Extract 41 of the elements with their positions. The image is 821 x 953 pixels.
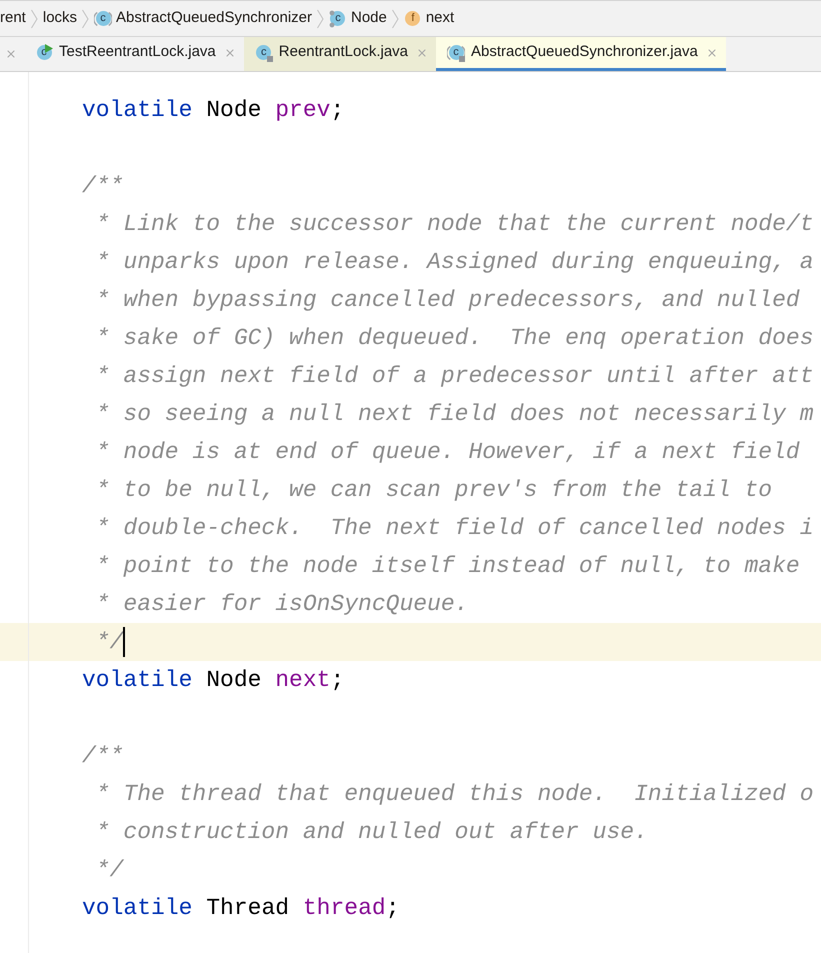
close-icon[interactable] [706,46,718,58]
class-icon: c [254,44,273,62]
comment-line: /** [82,742,124,771]
breadcrumb-item[interactable]: c Node [328,7,387,30]
comment-line: * when bypassing cancelled predecessors, and nulled [96,286,800,315]
comment-line: */ [96,856,124,885]
editor-tab[interactable]: c AbstractQueuedSynchronizer.java [436,37,726,71]
class-icon: c [328,10,347,28]
chevron-icon [82,8,90,28]
close-icon[interactable] [416,46,428,58]
breadcrumb-item[interactable]: rent [0,7,26,30]
field-icon: f [404,10,422,28]
comment-line: * so seeing a null next field does not necessarily m [96,400,814,429]
breadcrumb-item[interactable]: c AbstractQueuedSynchronizer [94,7,312,30]
comment-line: * unparks upon release. Assigned during enqueuing, a [96,248,814,277]
comment-line: * Link to the successor node that the current node/t [96,210,814,239]
comment-line: * to be null, we can scan prev's from the tail to [96,476,772,505]
comment-line: * double-check. The next field of cancelled nodes i [96,514,814,543]
comment-line: * node is at end of queue. However, if a next field [96,438,800,467]
chevron-icon [392,8,399,28]
comment-line: * construction and nulled out after use. [96,818,648,847]
breadcrumb-item[interactable]: f next [404,7,454,30]
code-line: volatile Node next; [82,666,344,695]
text-cursor [123,627,126,657]
comment-line: /** [82,172,124,201]
close-icon[interactable] [224,46,236,58]
class-icon: c [447,44,466,62]
close-icon[interactable] [5,48,17,60]
comment-line: */ [96,628,124,657]
comment-line: * The thread that enqueued this node. Initialized o [96,780,814,809]
editor-tab[interactable]: c ReentrantLock.java [244,37,436,71]
comment-line: * point to the node itself instead of null, to make [96,552,800,581]
class-icon: c [94,10,112,28]
comment-line: * assign next field of a predecessor until after att [96,362,814,391]
code-line: volatile Thread thread; [82,894,400,923]
code-line: volatile Node prev; [82,96,344,125]
breadcrumb-item[interactable]: locks [42,7,78,30]
comment-line: * easier for isOnSyncQueue. [96,590,468,619]
chevron-icon [316,8,324,28]
chevron-icon [30,8,38,28]
comment-line: * sake of GC) when dequeued. The enq operation does [96,324,814,353]
